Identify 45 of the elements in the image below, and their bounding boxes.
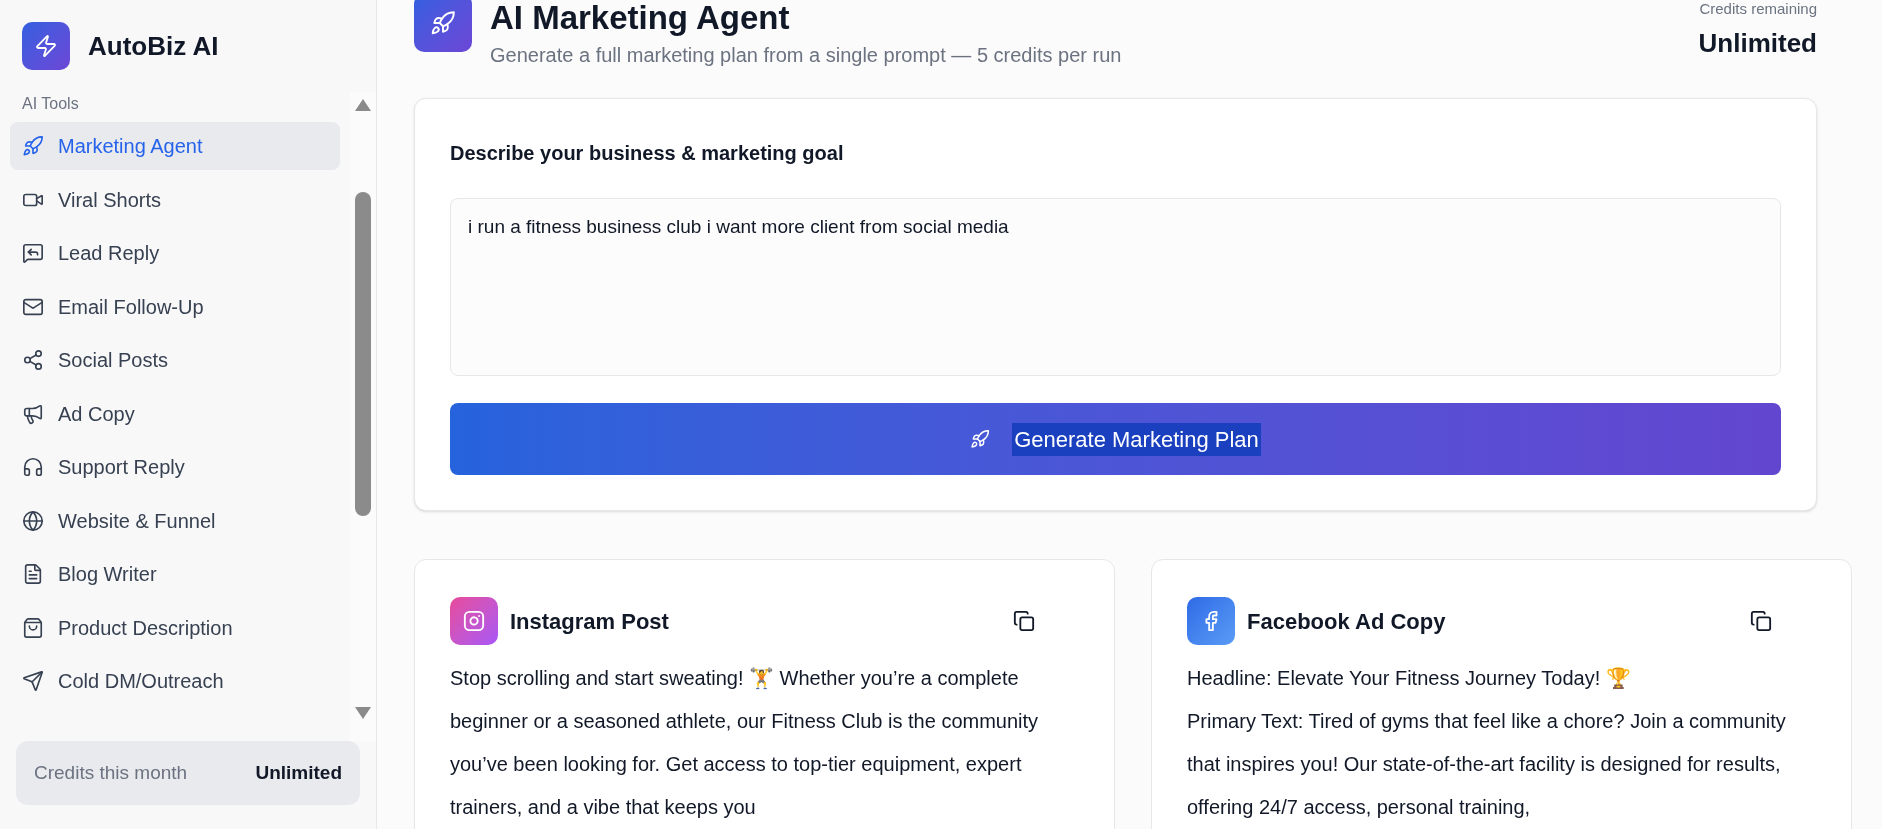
credits-remaining-label: Credits remaining xyxy=(1699,0,1817,18)
sidebar-item[interactable]: Website & Funnel xyxy=(10,496,340,545)
sidebar-item[interactable]: Marketing Agent xyxy=(10,122,340,170)
page-title: AI Marketing Agent xyxy=(490,0,791,36)
sidebar-item[interactable]: Viral Shorts xyxy=(10,175,340,224)
prompt-label: Describe your business & marketing goal xyxy=(450,141,845,166)
sidebar-item[interactable]: Blog Writer xyxy=(10,550,340,598)
send-icon xyxy=(22,670,44,692)
credits-label: Credits this month xyxy=(34,760,188,785)
sidebar-item[interactable]: Email Follow-Up xyxy=(10,282,340,331)
page-subtitle: Generate a full marketing plan from a single prompt — 5 credits per run xyxy=(490,43,1122,68)
generate-button[interactable]: Generate Marketing Plan xyxy=(450,403,1781,475)
card-title: Facebook Ad Copy xyxy=(1247,607,1446,636)
sidebar-item[interactable]: Support Reply xyxy=(10,443,340,491)
prompt-field[interactable]: i run a fitness business club i want more client from social media xyxy=(450,198,1781,376)
section-label: AI Tools xyxy=(21,94,80,114)
card-text: Stop scrolling and start sweating! 🏋 Whether you’re a complete beginner or a seasoned athlete, our Fitness Club is the community you’ve been looking for. Get access to top-tier equipment, expert trainers, and a vibe that keeps you xyxy=(450,666,1040,820)
globe-icon xyxy=(22,509,44,532)
document-icon xyxy=(22,563,44,585)
copy-icon[interactable] xyxy=(1013,610,1035,632)
credits-remaining-value: Unlimited xyxy=(1698,27,1817,60)
rocket-icon xyxy=(970,429,991,449)
instagram-icon xyxy=(450,597,498,645)
megaphone-icon xyxy=(22,402,44,425)
facebook-icon xyxy=(1187,597,1235,645)
message-reply-icon xyxy=(22,242,44,264)
rocket-icon xyxy=(22,135,44,157)
card-text: Primary Text: Tired of gyms that feel like a chore? Join a community that inspires you! Our state-of-the-art facility is designed for results, offering 24/7 access, personal training, xyxy=(1187,709,1787,820)
headphones-icon xyxy=(22,456,44,478)
share-icon xyxy=(22,349,44,371)
shopping-bag-icon xyxy=(22,616,44,639)
brand-name: AutoBiz AI xyxy=(88,29,219,63)
sidebar-item[interactable]: Social Posts xyxy=(10,336,340,384)
card-title: Instagram Post xyxy=(510,607,669,636)
copy-icon[interactable] xyxy=(1750,610,1772,632)
card-text: Headline: Elevate Your Fitness Journey Today! 🏆 xyxy=(1187,666,1632,691)
scroll-down-icon[interactable] xyxy=(354,706,372,720)
sidebar-item[interactable]: Cold DM/Outreach xyxy=(10,657,340,705)
sidebar-item[interactable]: Lead Reply xyxy=(10,229,340,277)
sidebar-item[interactable]: Product Description xyxy=(10,603,340,652)
scrollbar-thumb[interactable] xyxy=(355,192,371,516)
scroll-up-icon[interactable] xyxy=(354,98,372,112)
logo-icon xyxy=(22,22,70,70)
sidebar-item[interactable]: Ad Copy xyxy=(10,389,340,438)
credits-value: Unlimited xyxy=(255,760,342,785)
